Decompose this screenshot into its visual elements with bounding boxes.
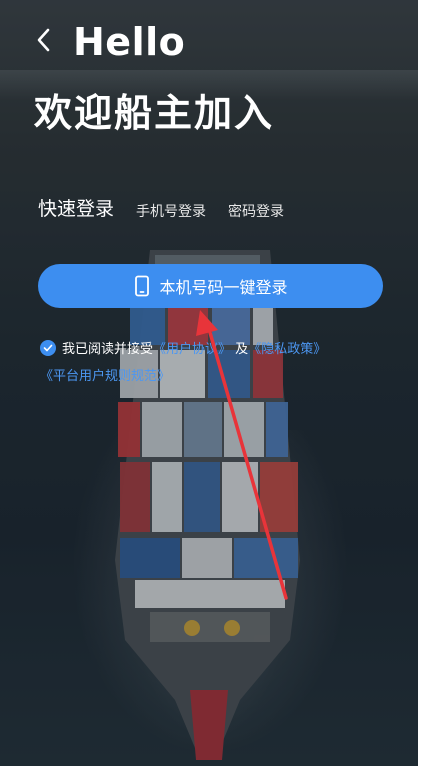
user-agreement-link[interactable]: 《用户协议》 [153, 342, 231, 357]
chevron-left-icon [37, 28, 50, 52]
back-button[interactable] [34, 26, 64, 56]
agreement-prefix: 我已阅读并接受 [62, 342, 154, 357]
login-tabs: 快速登录 手机号登录 密码登录 [38, 194, 306, 221]
right-edge [418, 0, 422, 766]
tab-quick-login[interactable]: 快速登录 [38, 194, 114, 221]
page-title: Hello [73, 20, 186, 64]
one-click-login-button[interactable]: 本机号码一键登录 [38, 264, 383, 308]
app-screen: Hello 欢迎船主加入 快速登录 手机号登录 密码登录 本机号码一键登录 我已… [0, 0, 418, 766]
agreement-checkbox[interactable] [40, 340, 56, 356]
platform-rules-link[interactable]: 《平台用户规则规范》 [40, 369, 170, 384]
agreement-row: 我已阅读并接受《用户协议》 及《隐私政策》 《平台用户规则规范》 [40, 336, 400, 390]
privacy-policy-link[interactable]: 《隐私政策》 [248, 342, 326, 357]
welcome-heading: 欢迎船主加入 [34, 91, 275, 135]
checkmark-icon [43, 344, 53, 352]
tab-password-login[interactable]: 密码登录 [228, 201, 284, 221]
phone-icon [135, 275, 150, 297]
one-click-login-label: 本机号码一键登录 [159, 278, 288, 297]
tab-phone-login[interactable]: 手机号登录 [136, 201, 206, 221]
agreement-and: 及 [235, 342, 249, 357]
